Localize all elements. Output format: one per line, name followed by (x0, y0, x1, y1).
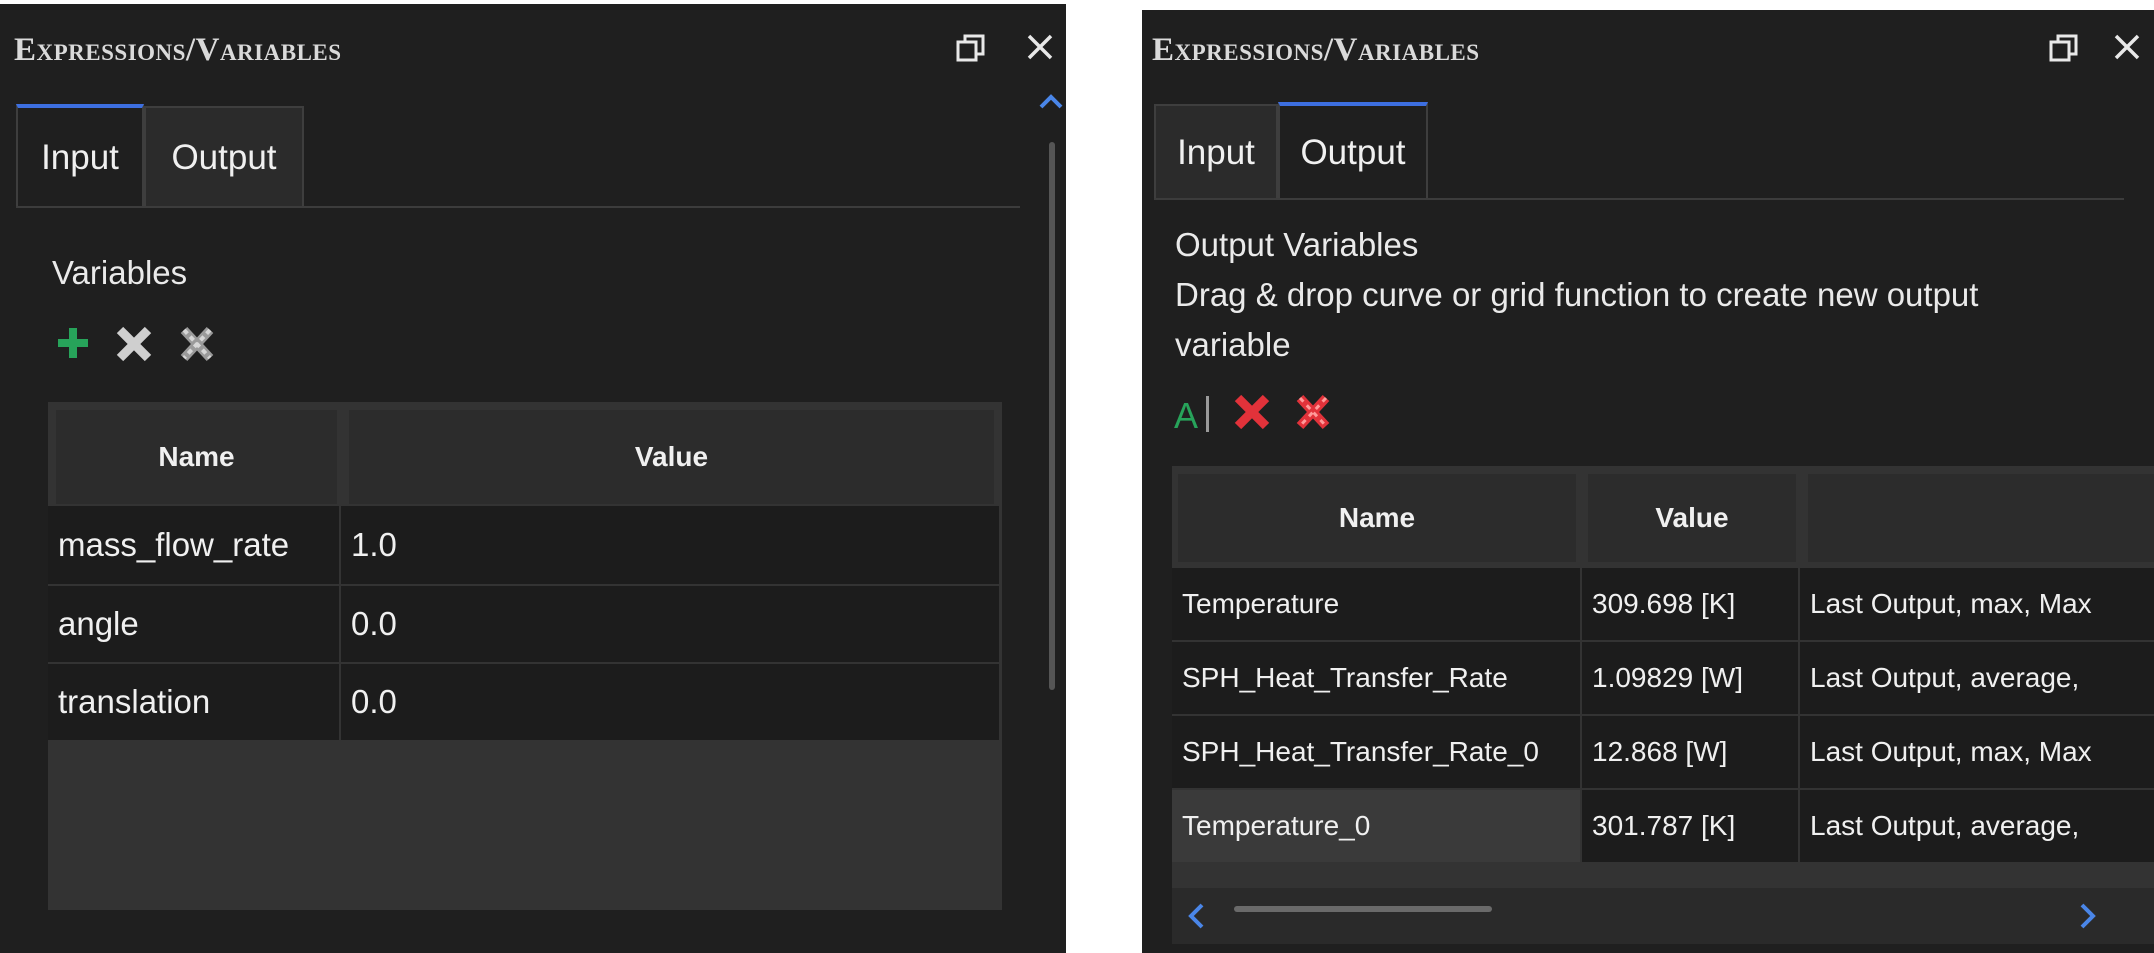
section-label: Output Variables (1175, 226, 1419, 263)
svg-text:A: A (1174, 395, 1198, 436)
rename-icon[interactable]: A (1172, 390, 1218, 436)
column-header-value[interactable]: Value (1588, 474, 1796, 562)
close-icon[interactable] (1025, 32, 1055, 62)
delete-icon[interactable] (1232, 392, 1272, 432)
undock-icon[interactable] (2048, 32, 2080, 64)
table-row-name[interactable]: SPH_Heat_Transfer_Rate_0 (1172, 716, 1580, 788)
table-row-value[interactable]: 1.0 (341, 506, 999, 584)
scroll-up-icon[interactable] (1038, 92, 1064, 110)
tab-output-label: Output (171, 138, 277, 177)
table-row-value[interactable]: 0.0 (341, 664, 999, 740)
table-row-value[interactable]: 0.0 (341, 586, 999, 662)
horizontal-scrollbar-track (1172, 888, 2154, 944)
table-row-value[interactable]: 1.09829 [W] (1582, 642, 1798, 714)
hint-text-line1: Drag & drop curve or grid function to cr… (1175, 276, 1979, 313)
tab-divider (1154, 198, 2124, 200)
table-row-name[interactable]: mass_flow_rate (48, 506, 339, 584)
delete-all-icon[interactable] (176, 322, 218, 366)
add-icon[interactable] (54, 324, 92, 362)
vertical-scrollbar[interactable] (1049, 142, 1055, 690)
table-row-name[interactable]: angle (48, 586, 339, 662)
table-row-info[interactable]: Last Output, average, (1800, 642, 2154, 714)
delete-icon[interactable] (114, 324, 154, 364)
delete-all-icon[interactable] (1292, 390, 1334, 434)
hint-text-line2: variable (1175, 326, 1291, 363)
panel-title: Expressions/Variables (1152, 32, 1480, 68)
column-header-info[interactable] (1808, 474, 2154, 562)
table-row-name[interactable]: Temperature_0 (1172, 790, 1580, 862)
section-label: Variables (52, 254, 188, 291)
table-row-info[interactable]: Last Output, average, (1800, 790, 2154, 862)
tab-input-label: Input (1177, 133, 1255, 172)
column-header-value[interactable]: Value (349, 410, 994, 504)
tab-input[interactable]: Input (16, 104, 144, 208)
tab-input[interactable]: Input (1154, 104, 1278, 200)
close-icon[interactable] (2112, 32, 2142, 62)
tab-output-label: Output (1300, 133, 1406, 172)
table-row-name[interactable]: translation (48, 664, 339, 740)
scroll-right-icon[interactable] (2078, 902, 2098, 930)
tab-output[interactable]: Output (144, 106, 304, 208)
undock-icon[interactable] (955, 32, 987, 64)
horizontal-scrollbar-thumb[interactable] (1234, 906, 1492, 912)
column-header-name[interactable]: Name (1178, 474, 1576, 562)
panel-title: Expressions/Variables (14, 32, 342, 68)
tab-input-label: Input (41, 138, 119, 177)
table-row-info[interactable]: Last Output, max, Max (1800, 568, 2154, 640)
tab-divider (16, 206, 1020, 208)
table-row-value[interactable]: 12.868 [W] (1582, 716, 1798, 788)
left-panel: Expressions/Variables Input Output Varia… (0, 4, 1066, 953)
table-row-name[interactable]: SPH_Heat_Transfer_Rate (1172, 642, 1580, 714)
tab-output[interactable]: Output (1278, 102, 1428, 200)
table-row-name[interactable]: Temperature (1172, 568, 1580, 640)
column-header-name[interactable]: Name (56, 410, 337, 504)
table-row-info[interactable]: Last Output, max, Max (1800, 716, 2154, 788)
table-row-value[interactable]: 309.698 [K] (1582, 568, 1798, 640)
scroll-left-icon[interactable] (1186, 902, 1206, 930)
right-panel: Expressions/Variables Input Output Outpu… (1142, 10, 2154, 953)
table-row-value[interactable]: 301.787 [K] (1582, 790, 1798, 862)
